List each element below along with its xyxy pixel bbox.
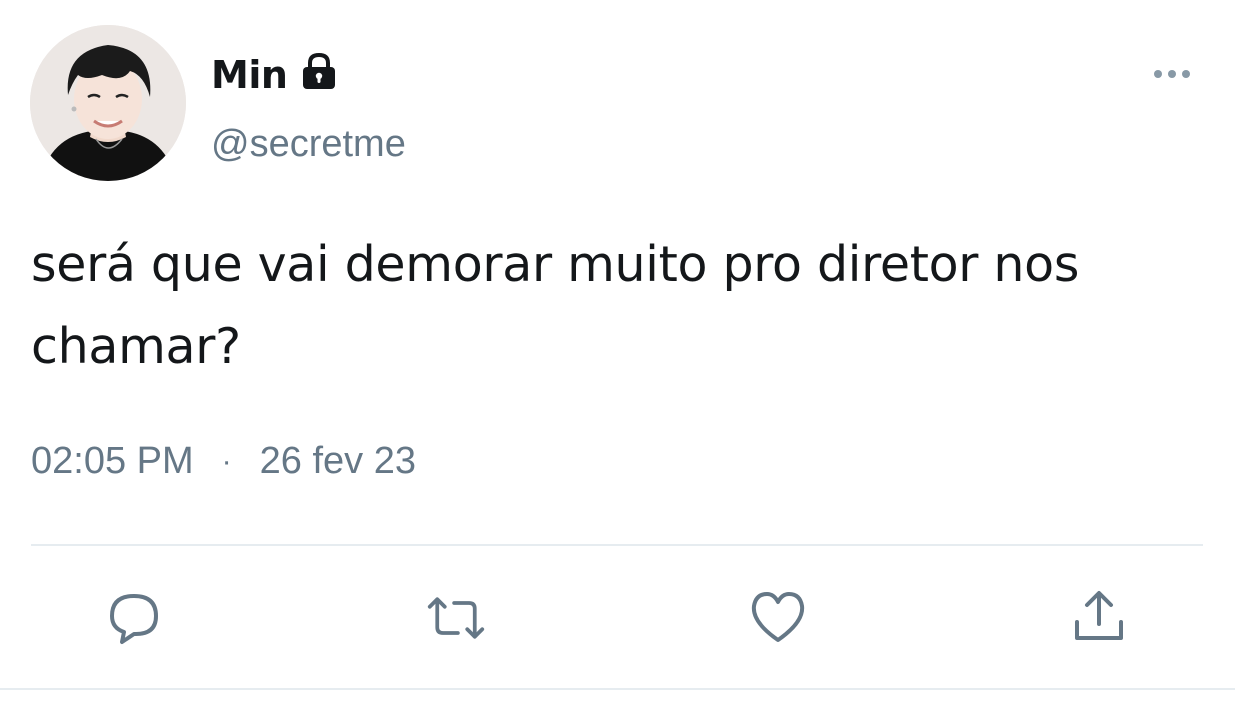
tweet-text-line: chamar? <box>31 318 241 375</box>
tweet-text: será que vai demorar muito pro diretor n… <box>31 224 1201 388</box>
bottom-divider <box>0 688 1235 690</box>
meta-separator: · <box>221 444 232 478</box>
lock-icon <box>297 49 341 97</box>
avatar[interactable] <box>30 25 186 181</box>
reply-button[interactable] <box>104 588 164 648</box>
reply-icon <box>110 594 158 644</box>
divider <box>31 544 1203 546</box>
tweet-date[interactable]: 26 fev 23 <box>260 440 416 483</box>
retweet-icon <box>427 597 485 639</box>
retweet-button[interactable] <box>426 588 486 648</box>
user-handle[interactable]: @secretme <box>211 123 406 166</box>
heart-icon <box>751 592 805 642</box>
share-icon <box>1075 591 1123 640</box>
tweet-meta: 02:05 PM · 26 fev 23 <box>31 440 416 483</box>
like-button[interactable] <box>748 588 808 648</box>
more-options-icon[interactable] <box>1150 62 1194 86</box>
avatar-image <box>30 25 186 181</box>
display-name[interactable]: Min <box>211 53 288 97</box>
display-name-row: Min <box>211 50 341 100</box>
tweet-time[interactable]: 02:05 PM <box>31 440 194 483</box>
share-button[interactable] <box>1069 588 1129 648</box>
tweet-card: Min @secretme será que vai demorar muito… <box>0 0 1235 708</box>
tweet-text-line: será que vai demorar muito pro diretor n… <box>31 236 1080 293</box>
